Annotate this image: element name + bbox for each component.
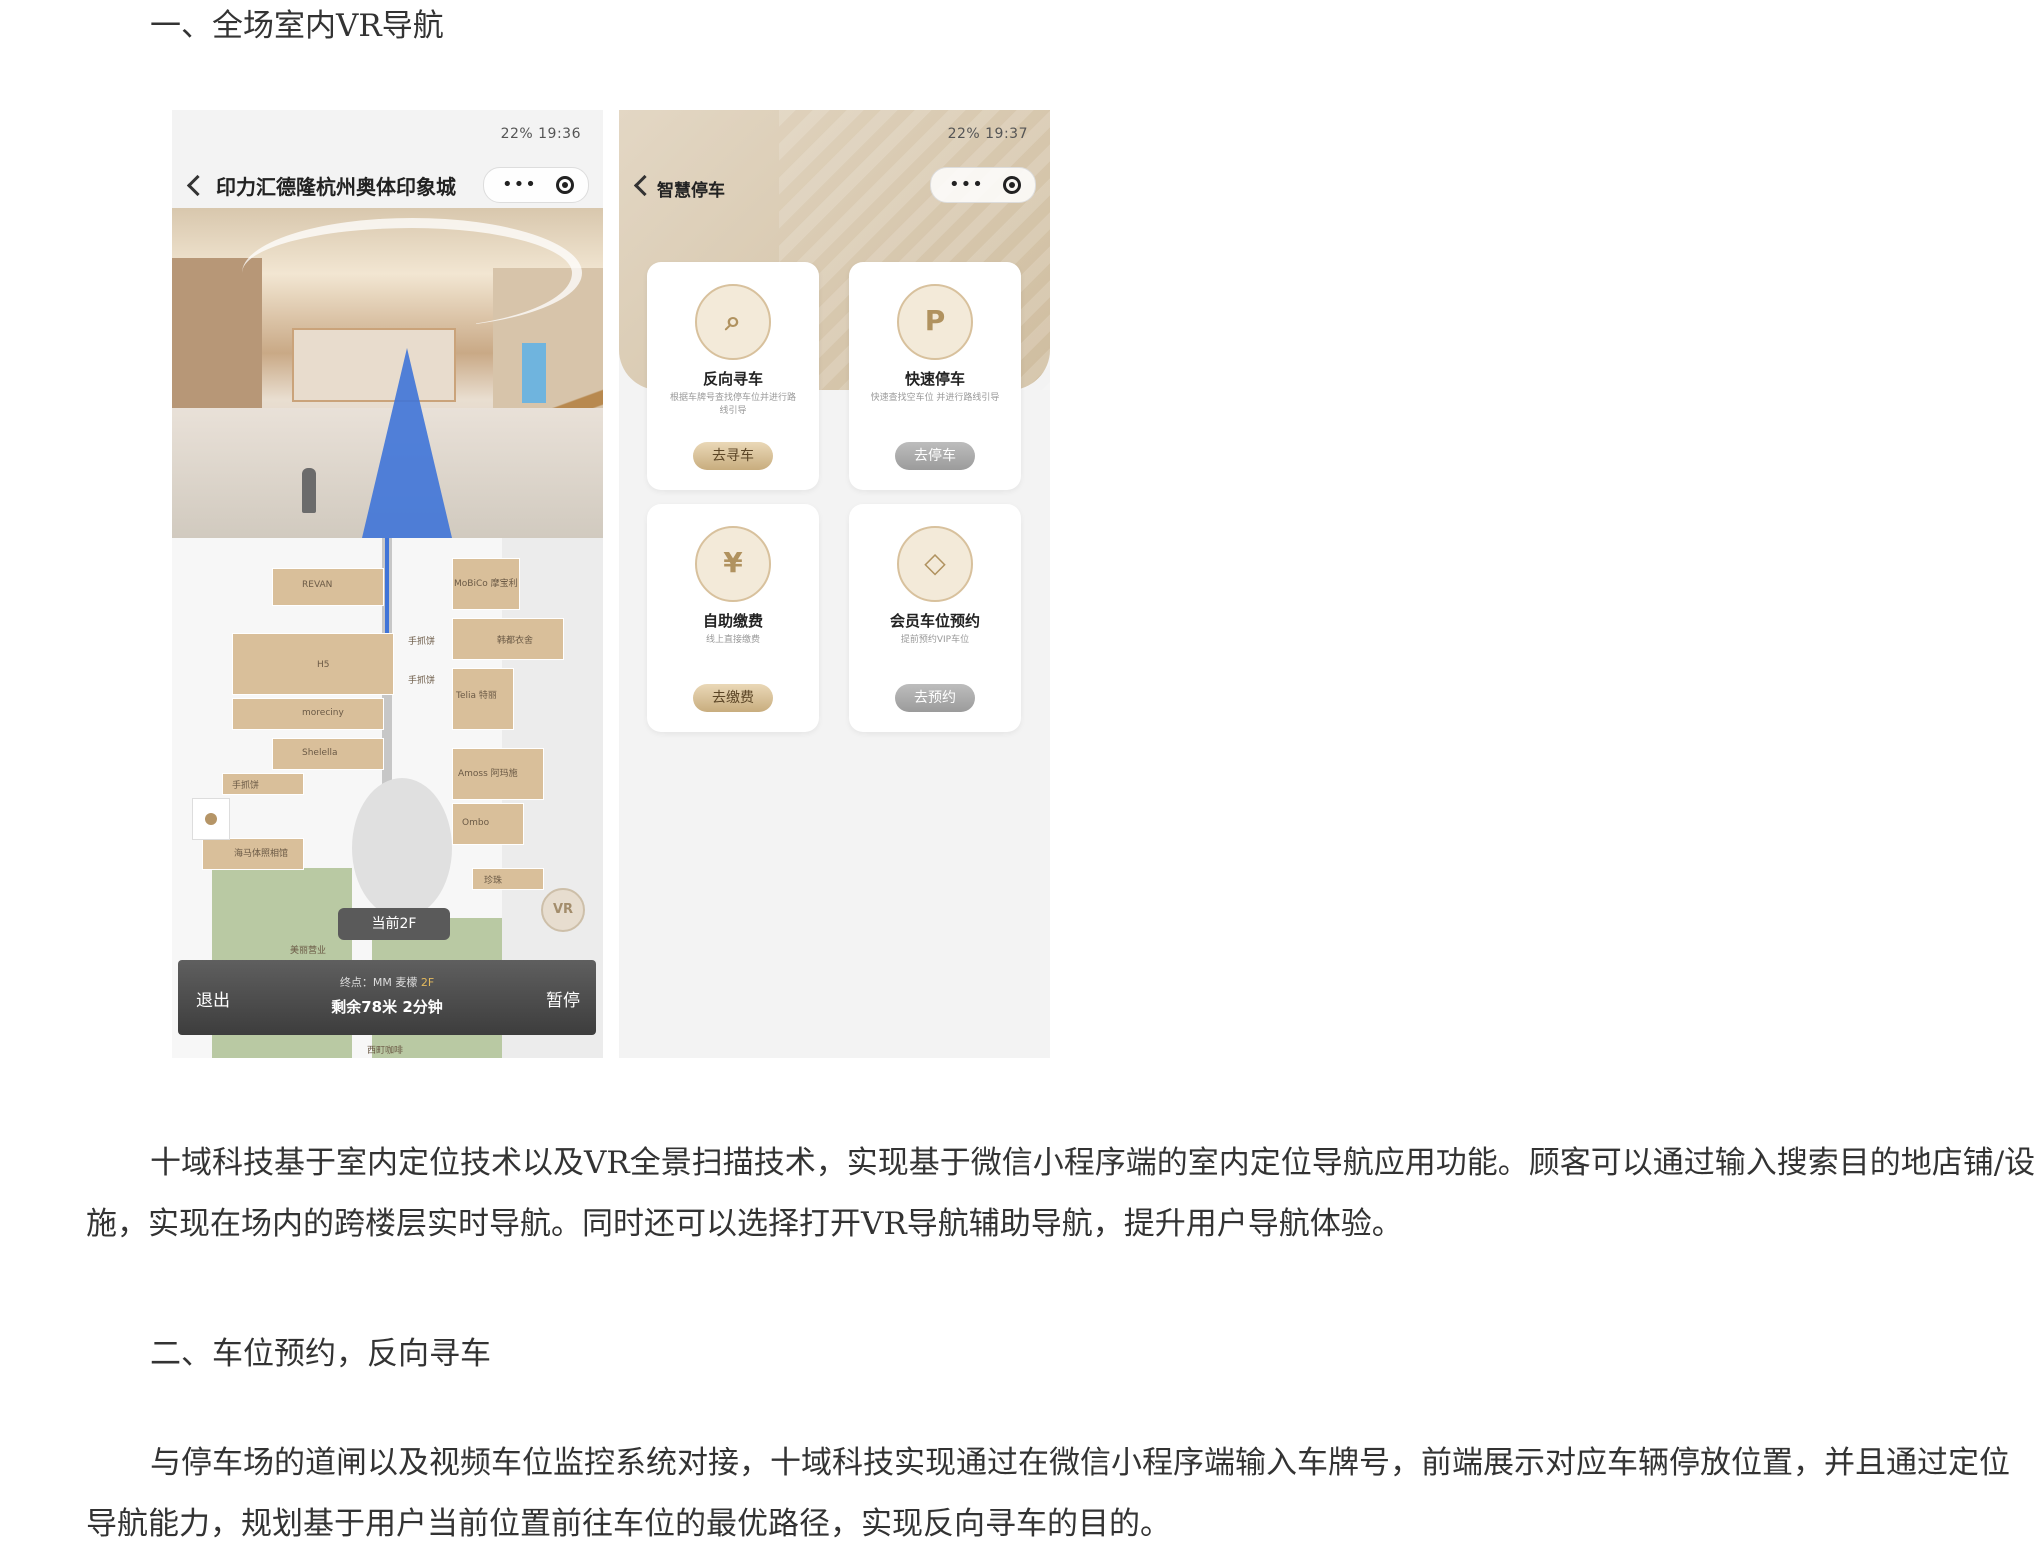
- panorama-ceiling: [242, 218, 582, 328]
- navigation-arrow-icon: [362, 348, 452, 538]
- nav-bar: 智慧停车 •••: [619, 162, 1050, 210]
- page-title: 印力汇德隆杭州奥体印象城: [216, 175, 456, 199]
- target-icon[interactable]: [1003, 176, 1021, 194]
- card-glyph: ¥: [723, 546, 743, 579]
- navigation-control-bar: 退出 终点：MM 麦檬 2F 剩余78米 2分钟 暂停: [178, 960, 596, 1035]
- map-store-label: 海马体照相馆: [234, 849, 289, 859]
- nav-bar: 印力汇德隆杭州奥体印象城 •••: [172, 162, 603, 210]
- battery-level: 22%: [500, 126, 534, 142]
- diamond-icon: ◇: [897, 526, 973, 602]
- map-store-label: Telia 特丽: [456, 691, 497, 701]
- map-store-label: 手抓饼: [232, 781, 260, 791]
- map-store-label: moreciny: [302, 708, 344, 718]
- map-store-label: 手抓饼: [408, 637, 436, 647]
- map-store-label: Ombo: [462, 818, 490, 828]
- remaining-distance: 剩余78米 2分钟: [331, 998, 443, 1016]
- map-store-label: REVAN: [302, 580, 333, 590]
- car-search-icon: ⌕: [695, 284, 771, 360]
- page-title: 智慧停车: [657, 181, 725, 201]
- destination-floor: 2F: [420, 976, 435, 989]
- map-store-label: 美丽营业: [290, 946, 327, 956]
- pay-button[interactable]: 去缴费: [693, 684, 773, 712]
- back-icon[interactable]: [633, 174, 656, 197]
- map-store-label: Shelella: [302, 748, 338, 758]
- reserve-button[interactable]: 去预约: [895, 684, 975, 712]
- card-title: 反向寻车: [702, 370, 763, 388]
- map-atrium: [352, 778, 452, 918]
- card-glyph: ⌕: [725, 304, 741, 337]
- panorama-person: [302, 468, 316, 513]
- more-icon[interactable]: •••: [502, 174, 537, 195]
- destination-info: 终点：MM 麦檬 2F: [178, 974, 596, 990]
- status-time: 19:36: [538, 126, 581, 142]
- map-store-label: 珍珠: [484, 876, 503, 886]
- paragraph-vr-navigation: 十域科技基于室内定位技术以及VR全景扫描技术，实现基于微信小程序端的室内定位导航…: [86, 1145, 2036, 1242]
- miniprogram-capsule[interactable]: •••: [483, 167, 589, 203]
- card-member-reservation[interactable]: ◇ 会员车位预约 提前预约VIP车位 去预约: [849, 504, 1021, 732]
- card-description: 提前预约VIP车位: [900, 635, 970, 645]
- card-glyph: ◇: [924, 546, 946, 579]
- section-heading-vr-navigation: 一、全场室内VR导航: [150, 8, 444, 44]
- payment-icon: ¥: [695, 526, 771, 602]
- map-store-label: 西町咖啡: [367, 1046, 404, 1056]
- navigation-route: [385, 538, 389, 648]
- smart-parking-screenshot: 22% 19:37 智慧停车 ••• ⌕ 反向寻车 根据车牌号查找停车位并进行路…: [619, 110, 1050, 1058]
- card-title: 快速停车: [904, 370, 965, 388]
- status-time: 19:37: [985, 126, 1028, 142]
- vr-navigation-screenshot: 22% 19:36 印力汇德隆杭州奥体印象城 ••• REVAN MoBiCo …: [172, 110, 603, 1058]
- battery-level: 22%: [947, 126, 981, 142]
- card-title: 自助缴费: [702, 612, 763, 630]
- card-title: 会员车位预约: [889, 612, 980, 630]
- card-description: 快速查找空车位 并进行路线引导: [870, 393, 1000, 403]
- map-store-label: Amoss 阿玛施: [458, 769, 518, 779]
- card-reverse-car-search[interactable]: ⌕ 反向寻车 根据车牌号查找停车位并进行路线引导 去寻车: [647, 262, 819, 490]
- map-store[interactable]: [472, 868, 544, 890]
- map-store-label: MoBiCo 摩宝利: [454, 579, 518, 589]
- card-glyph: P: [924, 304, 946, 337]
- more-icon[interactable]: •••: [949, 174, 984, 195]
- find-car-button[interactable]: 去寻车: [693, 442, 773, 470]
- paragraph-reverse-car-search: 与停车场的道闸以及视频车位监控系统对接，十域科技实现通过在微信小程序端输入车牌号…: [86, 1445, 2010, 1542]
- map-store-label: 韩都衣舍: [497, 636, 534, 646]
- vr-panorama-view[interactable]: [172, 208, 603, 538]
- back-icon[interactable]: [186, 174, 209, 197]
- parking-icon: P: [897, 284, 973, 360]
- card-description: 线上直接缴费: [705, 635, 760, 645]
- map-store-label: 手抓饼: [408, 676, 436, 686]
- card-description: 根据车牌号查找停车位并进行路线引导: [669, 393, 796, 416]
- card-quick-parking[interactable]: P 快速停车 快速查找空车位 并进行路线引导 去停车: [849, 262, 1021, 490]
- map-store-label: H5: [317, 660, 330, 670]
- locate-icon[interactable]: [192, 798, 230, 840]
- destination-label: 终点：MM 麦檬: [339, 976, 418, 989]
- park-button[interactable]: 去停车: [895, 442, 975, 470]
- vr-icon[interactable]: VR: [541, 888, 585, 932]
- card-self-payment[interactable]: ¥ 自助缴费 线上直接缴费 去缴费: [647, 504, 819, 732]
- current-floor-tag[interactable]: 当前2F: [338, 908, 450, 940]
- target-icon[interactable]: [556, 176, 574, 194]
- miniprogram-capsule[interactable]: •••: [930, 167, 1036, 203]
- map-store[interactable]: [232, 633, 394, 695]
- status-bar: 22% 19:37: [948, 126, 1028, 142]
- section-heading-parking: 二、车位预约，反向寻车: [150, 1336, 491, 1372]
- status-bar: 22% 19:36: [501, 126, 581, 142]
- pause-button[interactable]: 暂停: [546, 986, 580, 1011]
